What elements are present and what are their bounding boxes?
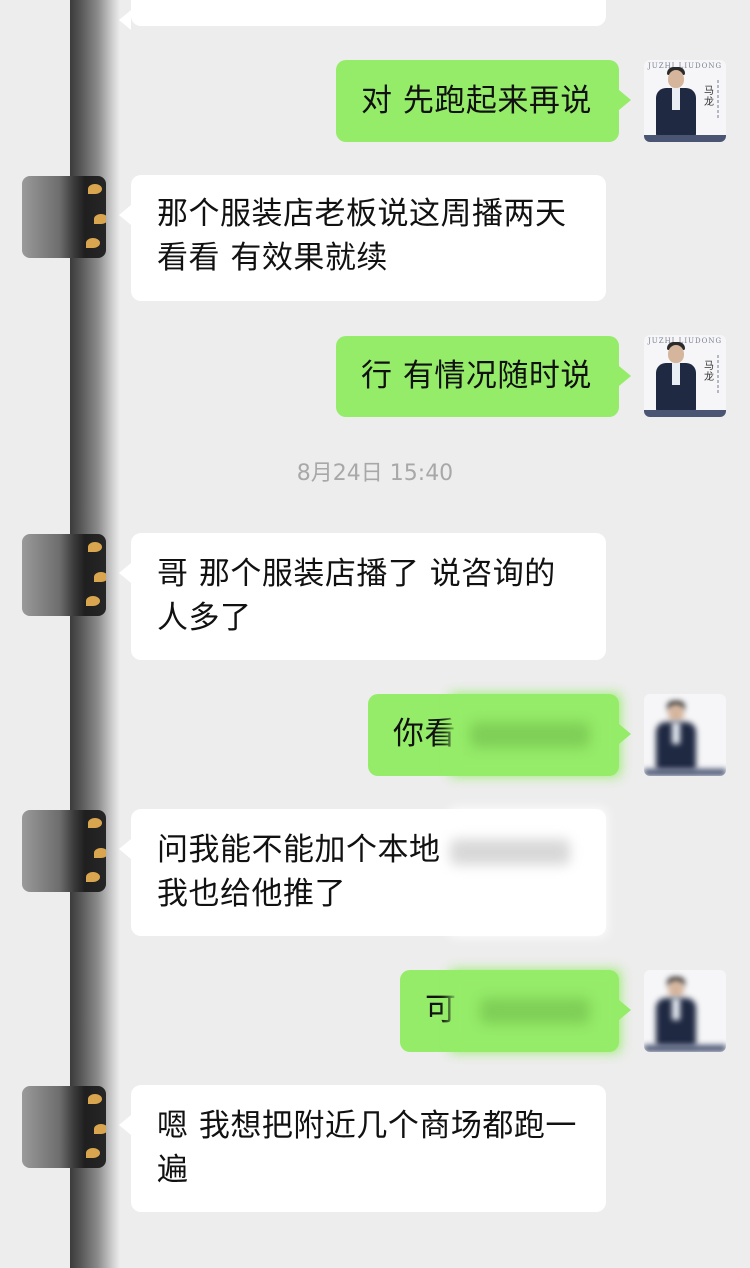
avatar-leaf [88, 1094, 102, 1104]
avatar-leaf [88, 818, 102, 828]
card-band [644, 1045, 726, 1052]
avatar-shirt [672, 88, 680, 110]
avatar-leaf [88, 184, 102, 194]
card-band [644, 135, 726, 142]
self-avatar[interactable]: JUZHI LIUDONG 马龙 [644, 335, 726, 417]
avatar-head [668, 704, 684, 722]
avatar-leaf [94, 1124, 106, 1134]
message-text: 哥 那个服装店播了 说咨询的人多了 [157, 556, 556, 636]
avatar-leaf [86, 872, 100, 882]
avatar-head [668, 980, 684, 998]
avatar-leaf [86, 1148, 100, 1158]
card-lines [717, 355, 719, 395]
self-avatar[interactable]: JUZHI LIUDONG 马龙 [644, 60, 726, 142]
outgoing-message-bubble[interactable]: 可 [400, 970, 631, 1052]
avatar-leaf [86, 596, 100, 606]
card-brand-text: JUZHI LIUDONG [648, 337, 723, 345]
avatar-leaf [94, 848, 106, 858]
incoming-message-bubble[interactable]: 哥 那个服装店播了 说咨询的人多了 [119, 533, 606, 660]
avatar-head [668, 70, 684, 88]
card-band [644, 410, 726, 417]
outgoing-message-bubble[interactable]: 你看 [368, 694, 631, 776]
avatar-shirt [672, 998, 680, 1020]
avatar-leaf [94, 214, 106, 224]
contact-avatar[interactable] [22, 1086, 106, 1168]
card-name-text: 马龙 [704, 361, 714, 383]
avatar-leaf [94, 572, 106, 582]
incoming-message-bubble[interactable]: 嗯 我想把附近几个商场都跑一遍 [119, 1085, 606, 1212]
message-text: 你看 [393, 716, 456, 752]
contact-avatar[interactable] [22, 810, 106, 892]
contact-avatar[interactable] [22, 534, 106, 616]
partial-incoming-bubble[interactable] [119, 0, 606, 30]
incoming-message-bubble[interactable]: 问我能不能加个本地 我也给他推了 [119, 809, 606, 936]
avatar-head [668, 345, 684, 363]
outgoing-message-bubble[interactable]: 对 先跑起来再说 [336, 60, 631, 142]
avatar-leaf [88, 542, 102, 552]
card-band [644, 769, 726, 776]
message-text: 可 [425, 992, 457, 1028]
message-timestamp: 8月24日 15:40 [296, 461, 454, 486]
outgoing-message-bubble[interactable]: 行 有情况随时说 [336, 336, 631, 417]
message-text: 行 有情况随时说 [361, 358, 592, 394]
incoming-message-bubble[interactable]: 那个服装店老板说这周播两天看看 有效果就续 [119, 175, 606, 301]
message-text-line-2: 我也给他推了 [157, 876, 346, 912]
message-text: 嗯 我想把附近几个商场都跑一遍 [157, 1108, 577, 1188]
avatar-leaf [86, 238, 100, 248]
contact-avatar[interactable] [22, 176, 106, 258]
card-name-text: 马龙 [704, 86, 714, 108]
message-text: 对 先跑起来再说 [361, 83, 592, 119]
message-text: 问我能不能加个本地 [157, 832, 441, 868]
card-brand-text: JUZHI LIUDONG [648, 62, 723, 70]
avatar-shirt [672, 363, 680, 385]
avatar-shirt [672, 722, 680, 744]
self-avatar[interactable] [644, 694, 726, 776]
chat-window: 对 先跑起来再说 JUZHI LIUDONG 马龙 那个服装店老板说这周播两天看… [0, 0, 750, 1268]
self-avatar[interactable] [644, 970, 726, 1052]
card-lines [717, 80, 719, 120]
message-text: 那个服装店老板说这周播两天看看 有效果就续 [157, 196, 567, 276]
